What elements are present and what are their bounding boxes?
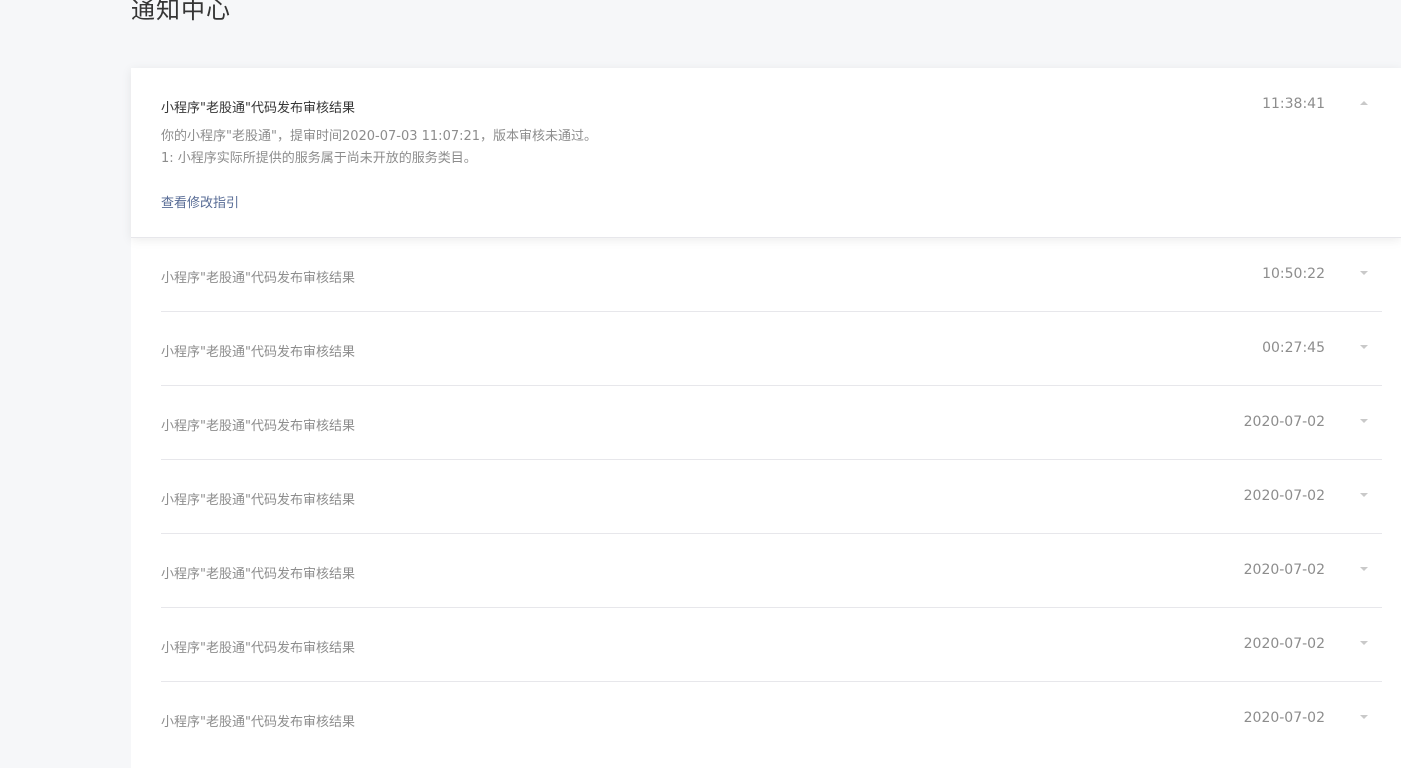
chevron-up-icon[interactable] <box>1360 101 1368 105</box>
notification-time: 2020-07-02 <box>1243 710 1325 726</box>
chevron-down-icon[interactable] <box>1360 715 1368 719</box>
notification-list: 小程序"老股通"代码发布审核结果 11:38:41 你的小程序"老股通"，提审时… <box>131 68 1401 768</box>
notification-item[interactable]: 小程序"老股通"代码发布审核结果 2020-07-02 <box>131 608 1401 682</box>
chevron-down-icon[interactable] <box>1360 567 1368 571</box>
chevron-down-icon[interactable] <box>1360 271 1368 275</box>
notification-item[interactable]: 小程序"老股通"代码发布审核结果 2020-07-02 <box>131 682 1401 756</box>
notification-title[interactable]: 小程序"老股通"代码发布审核结果 <box>161 711 355 730</box>
list-item: 小程序"老股通"代码发布审核结果 2020-07-02 <box>161 682 1382 756</box>
notification-title[interactable]: 小程序"老股通"代码发布审核结果 <box>161 415 355 434</box>
page-title: 通知中心 <box>131 0 231 24</box>
notification-body-line: 你的小程序"老股通"，提审时间2020-07-03 11:07:21，版本审核未… <box>161 129 598 144</box>
notification-time: 2020-07-02 <box>1243 488 1325 504</box>
notification-body: 你的小程序"老股通"，提审时间2020-07-03 11:07:21，版本审核未… <box>161 126 597 170</box>
notification-body-line: 1: 小程序实际所提供的服务属于尚未开放的服务类目。 <box>161 151 477 166</box>
chevron-down-icon[interactable] <box>1360 419 1368 423</box>
chevron-down-icon[interactable] <box>1360 641 1368 645</box>
notification-time: 2020-07-02 <box>1243 414 1325 430</box>
notification-title[interactable]: 小程序"老股通"代码发布审核结果 <box>161 637 355 656</box>
view-guide-link[interactable]: 查看修改指引 <box>161 192 239 211</box>
list-item: 小程序"老股通"代码发布审核结果 10:50:22 <box>161 238 1382 312</box>
notification-time: 00:27:45 <box>1262 340 1325 356</box>
list-item: 小程序"老股通"代码发布审核结果 2020-07-02 <box>161 460 1382 534</box>
notification-time: 2020-07-02 <box>1243 562 1325 578</box>
notification-title[interactable]: 小程序"老股通"代码发布审核结果 <box>161 267 355 286</box>
notification-time: 10:50:22 <box>1262 266 1325 282</box>
notification-item[interactable]: 小程序"老股通"代码发布审核结果 2020-07-02 <box>131 460 1401 534</box>
list-item: 小程序"老股通"代码发布审核结果 2020-07-02 <box>161 608 1382 682</box>
chevron-down-icon[interactable] <box>1360 345 1368 349</box>
notification-time: 2020-07-02 <box>1243 636 1325 652</box>
notification-item[interactable]: 小程序"老股通"代码发布审核结果 10:50:22 <box>131 238 1401 312</box>
notification-title[interactable]: 小程序"老股通"代码发布审核结果 <box>161 97 355 116</box>
notification-title[interactable]: 小程序"老股通"代码发布审核结果 <box>161 489 355 508</box>
notification-time: 11:38:41 <box>1262 96 1325 112</box>
notification-item-expanded[interactable]: 小程序"老股通"代码发布审核结果 11:38:41 你的小程序"老股通"，提审时… <box>131 68 1401 238</box>
list-item: 小程序"老股通"代码发布审核结果 00:27:45 <box>161 312 1382 386</box>
chevron-down-icon[interactable] <box>1360 493 1368 497</box>
list-item: 小程序"老股通"代码发布审核结果 2020-07-02 <box>161 386 1382 460</box>
notification-item[interactable]: 小程序"老股通"代码发布审核结果 00:27:45 <box>131 312 1401 386</box>
notification-item[interactable]: 小程序"老股通"代码发布审核结果 2020-07-02 <box>131 534 1401 608</box>
notification-title[interactable]: 小程序"老股通"代码发布审核结果 <box>161 341 355 360</box>
list-item: 小程序"老股通"代码发布审核结果 2020-07-02 <box>161 534 1382 608</box>
notification-title[interactable]: 小程序"老股通"代码发布审核结果 <box>161 563 355 582</box>
notification-item[interactable]: 小程序"老股通"代码发布审核结果 2020-07-02 <box>131 386 1401 460</box>
